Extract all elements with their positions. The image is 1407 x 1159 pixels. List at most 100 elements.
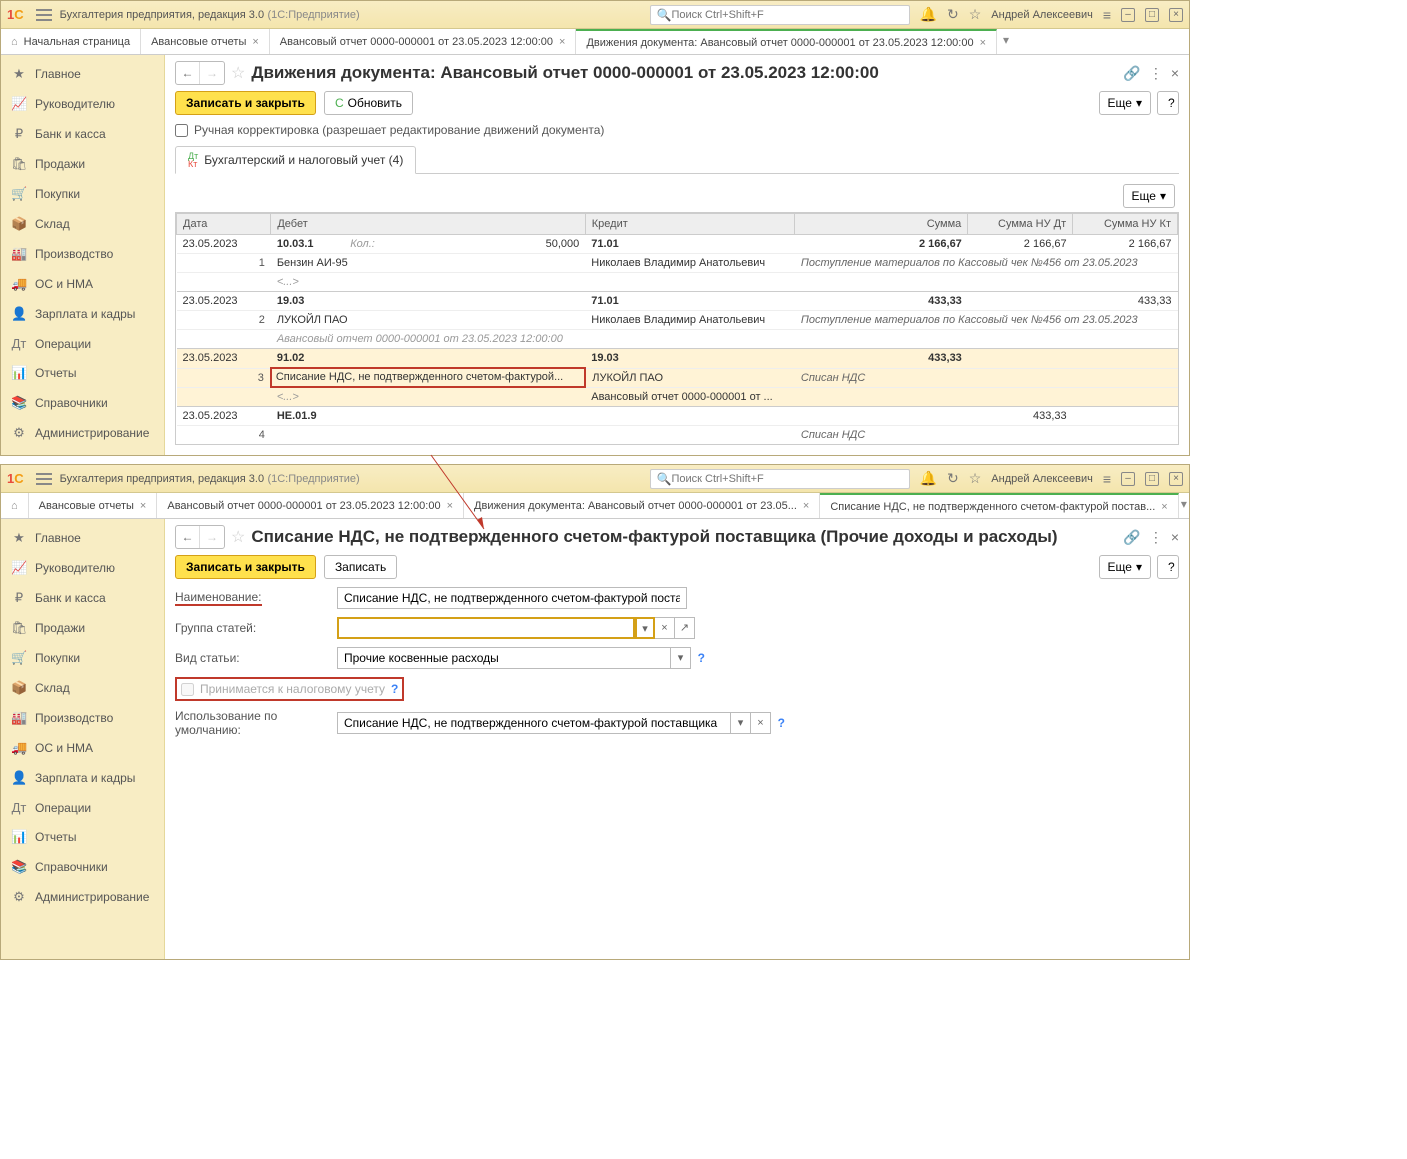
type-help[interactable]: ? [698, 651, 705, 665]
sidebar-item[interactable]: 🛍Продажи [1, 149, 164, 179]
sidebar-item[interactable]: 🛍Продажи [1, 613, 164, 643]
sidebar-item[interactable]: 📊Отчеты [1, 358, 164, 388]
search-input[interactable] [672, 9, 903, 21]
search-box[interactable]: 🔍 [650, 5, 910, 25]
close-window-button[interactable]: × [1169, 472, 1183, 486]
tab-close-icon[interactable]: × [252, 36, 258, 48]
forward-button[interactable]: → [200, 526, 224, 548]
sidebar-item[interactable]: 🚚ОС и НМА [1, 733, 164, 763]
bell-icon[interactable]: 🔔 [920, 6, 937, 23]
maximize-button[interactable]: □ [1145, 8, 1159, 22]
minimize-button[interactable]: – [1121, 8, 1135, 22]
col-nudt[interactable]: Сумма НУ Дт [968, 214, 1073, 235]
save-button[interactable]: Записать [324, 555, 397, 579]
tab-close-icon[interactable]: × [559, 36, 565, 48]
table-row[interactable]: 23.05.202391.0219.03433,33 [177, 349, 1178, 369]
accounting-tab[interactable]: ДтКт Бухгалтерский и налоговый учет (4) [175, 146, 416, 174]
sidebar-item[interactable]: ₽Банк и касса [1, 119, 164, 149]
tab-close-icon[interactable]: × [980, 37, 986, 49]
link-icon[interactable]: 🔗 [1123, 529, 1140, 546]
sidebar-item[interactable]: 📚Справочники [1, 388, 164, 418]
sidebar-item[interactable]: 📦Склад [1, 209, 164, 239]
type-input[interactable] [337, 647, 671, 669]
minimize-button[interactable]: – [1121, 472, 1135, 486]
default-dropdown[interactable]: ▾ [731, 712, 751, 734]
menu-icon[interactable] [36, 473, 52, 485]
help-button[interactable]: ? [1157, 555, 1179, 579]
save-close-button[interactable]: Записать и закрыть [175, 555, 316, 579]
close-page-icon[interactable]: × [1171, 65, 1179, 82]
favorite-icon[interactable]: ☆ [231, 63, 245, 83]
sidebar-item[interactable]: 📦Склад [1, 673, 164, 703]
col-date[interactable]: Дата [177, 214, 271, 235]
tab-home[interactable]: ⌂ [1, 493, 29, 518]
user-name[interactable]: Андрей Алексеевич [991, 9, 1093, 21]
favorite-icon[interactable]: ☆ [231, 527, 245, 547]
sidebar-item[interactable]: ⚙Администрирование [1, 418, 164, 448]
star-icon[interactable]: ☆ [969, 470, 982, 487]
group-dropdown[interactable]: ▾ [635, 617, 655, 639]
forward-button[interactable]: → [200, 62, 224, 84]
name-input[interactable] [337, 587, 687, 609]
tab-1[interactable]: Авансовые отчеты× [29, 493, 158, 518]
tab-close-icon[interactable]: × [447, 500, 453, 512]
default-help[interactable]: ? [778, 716, 785, 730]
maximize-button[interactable]: □ [1145, 472, 1159, 486]
kebab-icon[interactable]: ⋮ [1149, 529, 1163, 546]
col-debit[interactable]: Дебет [271, 214, 585, 235]
search-input[interactable] [672, 473, 903, 485]
search-box[interactable]: 🔍 [650, 469, 910, 489]
settings-icon[interactable]: ≡ [1103, 471, 1111, 487]
tab-close-icon[interactable]: × [1161, 501, 1167, 513]
table-more-button[interactable]: Еще ▾ [1123, 184, 1175, 208]
sidebar-item[interactable]: ДтОперации [1, 793, 164, 822]
tabs-dropdown[interactable]: ▾ [1179, 493, 1189, 518]
tab-home[interactable]: ⌂Начальная страница [1, 29, 141, 54]
sidebar-item[interactable]: 🏭Производство [1, 703, 164, 733]
help-button[interactable]: ? [1157, 91, 1179, 115]
sidebar-item[interactable]: ⚙Администрирование [1, 882, 164, 912]
back-button[interactable]: ← [176, 62, 200, 84]
table-row[interactable]: 23.05.2023НЕ.01.9433,33 [177, 407, 1178, 426]
default-input[interactable] [337, 712, 731, 734]
tabs-dropdown[interactable]: ▾ [997, 29, 1015, 54]
bell-icon[interactable]: 🔔 [920, 470, 937, 487]
type-dropdown[interactable]: ▾ [671, 647, 691, 669]
manual-edit-checkbox[interactable] [175, 124, 188, 137]
col-nukt[interactable]: Сумма НУ Кт [1073, 214, 1178, 235]
tab-close-icon[interactable]: × [803, 500, 809, 512]
table-row[interactable]: 23.05.202310.03.1Кол.:50,00071.012 166,6… [177, 235, 1178, 254]
tab-2[interactable]: Авансовый отчет 0000-000001 от 23.05.202… [270, 29, 577, 54]
close-window-button[interactable]: × [1169, 8, 1183, 22]
sidebar-item[interactable]: 🛒Покупки [1, 179, 164, 209]
kebab-icon[interactable]: ⋮ [1149, 65, 1163, 82]
sidebar-item[interactable]: 📈Руководителю [1, 553, 164, 583]
col-credit[interactable]: Кредит [585, 214, 795, 235]
sidebar-item[interactable]: ★Главное [1, 523, 164, 553]
sidebar-item[interactable]: 👤Зарплата и кадры [1, 763, 164, 793]
sidebar-item[interactable]: 🚚ОС и НМА [1, 269, 164, 299]
link-icon[interactable]: 🔗 [1123, 65, 1140, 82]
tab-3[interactable]: Движения документа: Авансовый отчет 0000… [464, 493, 820, 518]
close-page-icon[interactable]: × [1171, 529, 1179, 546]
tax-help[interactable]: ? [391, 682, 398, 696]
more-button[interactable]: Еще ▾ [1099, 91, 1151, 115]
sidebar-item[interactable]: ДтОперации [1, 329, 164, 358]
sidebar-item[interactable]: ★Главное [1, 59, 164, 89]
sidebar-item[interactable]: 📊Отчеты [1, 822, 164, 852]
tab-1[interactable]: Авансовые отчеты× [141, 29, 270, 54]
settings-icon[interactable]: ≡ [1103, 7, 1111, 23]
sidebar-item[interactable]: 👤Зарплата и кадры [1, 299, 164, 329]
star-icon[interactable]: ☆ [969, 6, 982, 23]
user-name[interactable]: Андрей Алексеевич [991, 473, 1093, 485]
tab-2[interactable]: Авансовый отчет 0000-000001 от 23.05.202… [157, 493, 464, 518]
sidebar-item[interactable]: 📚Справочники [1, 852, 164, 882]
save-close-button[interactable]: Записать и закрыть [175, 91, 316, 115]
history-icon[interactable]: ↻ [947, 6, 959, 23]
sidebar-item[interactable]: 📈Руководителю [1, 89, 164, 119]
sidebar-item[interactable]: 🏭Производство [1, 239, 164, 269]
group-input[interactable] [337, 617, 635, 639]
sidebar-item[interactable]: ₽Банк и касса [1, 583, 164, 613]
group-clear[interactable]: × [655, 617, 675, 639]
tax-checkbox[interactable] [181, 683, 194, 696]
